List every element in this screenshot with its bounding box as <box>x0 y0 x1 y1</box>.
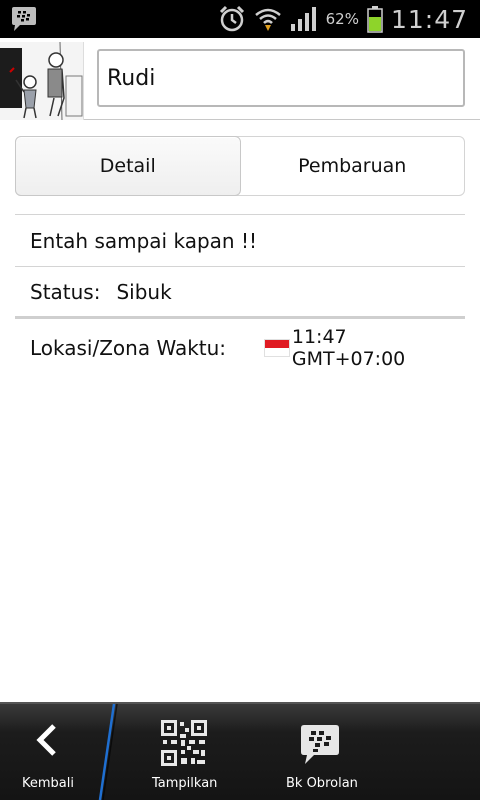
avatar[interactable] <box>0 42 84 120</box>
status-bar: 62% 11:47 <box>0 0 480 38</box>
show-barcode-label: Tampilkan <box>152 776 218 791</box>
location-label: Lokasi/Zona Waktu: <box>30 336 227 360</box>
location-value-group: 11:47 GMT+07:00 <box>264 322 465 374</box>
personal-message-row: Entah sampai kapan !! <box>15 214 465 267</box>
back-button-label: Kembali <box>22 776 74 791</box>
status-label: Status: <box>30 279 101 304</box>
battery-percent: 62% <box>325 10 359 28</box>
open-chat-button[interactable]: Bk Obrolan <box>258 704 380 800</box>
bbm-notification-icon <box>10 6 38 32</box>
chevron-left-icon <box>36 724 56 756</box>
contact-name-field[interactable]: Rudi <box>97 49 465 107</box>
status-row: Status: Sibuk <box>15 267 465 319</box>
bbm-chat-icon <box>301 725 339 764</box>
profile-header: Rudi <box>0 38 480 120</box>
clock: 11:47 <box>390 4 468 34</box>
show-barcode-button[interactable]: Tampilkan <box>124 704 244 800</box>
qr-code-icon <box>161 720 207 766</box>
status-value: Sibuk <box>116 279 172 304</box>
alarm-icon <box>219 5 244 32</box>
back-button[interactable]: Kembali <box>0 704 106 800</box>
signal-icon <box>290 7 316 31</box>
battery-icon <box>367 6 383 33</box>
tab-detail[interactable]: Detail <box>15 136 241 196</box>
bottom-action-bar: Kembali Tampilkan Bk Obrolan <box>0 702 480 800</box>
wifi-icon <box>254 8 281 31</box>
status-icons: 62% 11:47 <box>218 0 468 38</box>
location-value: 11:47 GMT+07:00 <box>291 326 406 370</box>
personal-message: Entah sampai kapan !! <box>30 228 257 253</box>
open-chat-label: Bk Obrolan <box>286 776 358 791</box>
tab-pembaruan[interactable]: Pembaruan <box>241 137 465 195</box>
bottom-bar-divider <box>98 703 118 800</box>
detail-tabs: Detail Pembaruan <box>15 136 465 196</box>
location-row: Lokasi/Zona Waktu: 11:47 GMT+07:00 <box>15 322 465 374</box>
indonesia-flag-icon <box>264 339 290 357</box>
